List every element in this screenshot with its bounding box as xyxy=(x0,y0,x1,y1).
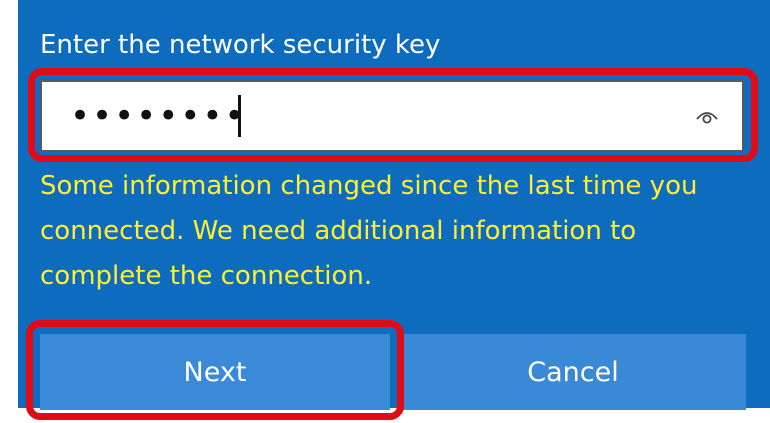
connection-info-message: Some information changed since the last … xyxy=(40,171,698,291)
screenshot-frame: Enter the network security key •••••••• … xyxy=(0,0,770,423)
security-key-input[interactable]: •••••••• xyxy=(40,80,744,152)
masked-password-value: •••••••• xyxy=(70,96,247,136)
cancel-button[interactable]: Cancel xyxy=(400,334,746,410)
eye-icon[interactable] xyxy=(694,104,720,128)
security-key-prompt: Enter the network security key xyxy=(40,30,441,60)
text-caret xyxy=(238,95,241,137)
next-button[interactable]: Next xyxy=(40,334,390,410)
